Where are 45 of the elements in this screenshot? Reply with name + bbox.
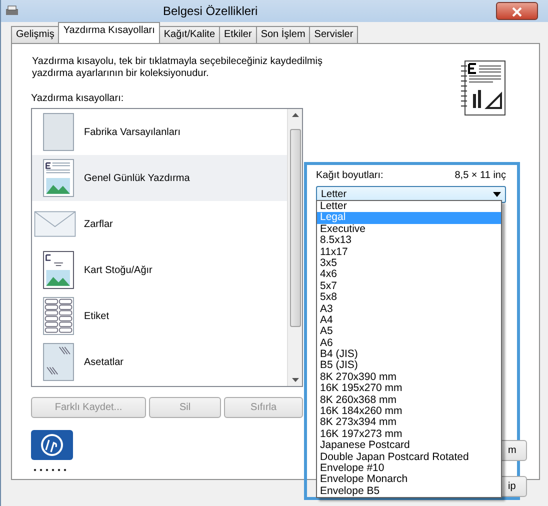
- shortcut-item[interactable]: Zarflar: [32, 201, 287, 247]
- printer-icon: [5, 5, 19, 17]
- shortcut-item[interactable]: Genel Günlük Yazdırma: [32, 155, 287, 201]
- shortcut-item[interactable]: Fabrika Varsayılanları: [32, 109, 287, 155]
- tab[interactable]: Etkiler: [219, 26, 257, 43]
- dropdown-option[interactable]: B4 (JIS): [317, 349, 501, 360]
- tab[interactable]: Kağıt/Kalite: [158, 26, 220, 43]
- dropdown-option[interactable]: 8.5x13: [317, 235, 501, 247]
- window-title: Belgesi Özellikleri: [163, 3, 258, 20]
- dropdown-option[interactable]: A3: [317, 304, 501, 315]
- close-icon: [512, 6, 522, 17]
- shortcut-item[interactable]: Kart Stoğu/Ağır: [32, 247, 287, 293]
- dropdown-option[interactable]: Envelope #10: [317, 462, 501, 474]
- dropdown-option[interactable]: 11x17: [317, 246, 501, 258]
- tab[interactable]: Yazdırma Kısayolları: [58, 22, 160, 43]
- scroll-down-icon[interactable]: [292, 378, 298, 382]
- dropdown-option[interactable]: 5x7: [317, 280, 501, 292]
- close-button[interactable]: [496, 2, 538, 20]
- dropdown-option[interactable]: A4: [317, 314, 501, 326]
- dropdown-option[interactable]: 3x5: [317, 258, 501, 270]
- dropdown-option[interactable]: 16K 195x270 mm: [317, 383, 501, 395]
- dropdown-option[interactable]: A5: [317, 326, 501, 338]
- shortcut-item[interactable]: Etiket: [32, 293, 287, 339]
- dropdown-option[interactable]: 16K 197x273 mm: [317, 428, 501, 440]
- dropdown-option[interactable]: A6: [317, 338, 501, 350]
- dropdown-option[interactable]: 16K 184x260 mm: [317, 406, 501, 418]
- caret-icon: [493, 192, 501, 197]
- shortcut-item[interactable]: Asetatlar: [32, 339, 287, 385]
- tab[interactable]: Gelişmiş: [11, 26, 60, 43]
- dropdown-option[interactable]: 8K 273x394 mm: [317, 417, 501, 429]
- dropdown-option[interactable]: 5x8: [317, 292, 501, 304]
- dropdown-option[interactable]: Executive: [317, 224, 501, 236]
- dropdown-option[interactable]: 4x6: [317, 269, 501, 281]
- paper-size-label: Kağıt boyutları:: [316, 169, 384, 183]
- scrollbar[interactable]: [287, 109, 302, 386]
- shortcuts-label: Yazdırma kısayolları:: [31, 92, 125, 106]
- scroll-up-icon[interactable]: [292, 113, 298, 117]
- tab[interactable]: Servisler: [309, 26, 358, 43]
- dropdown-option[interactable]: Letter: [317, 201, 501, 212]
- tab[interactable]: Son İşlem: [256, 26, 310, 43]
- dropdown-option[interactable]: 8K 270x390 mm: [317, 372, 501, 384]
- dropdown-option[interactable]: 8K 260x368 mm: [317, 394, 501, 406]
- dropdown-option[interactable]: B5 (JIS): [317, 360, 501, 372]
- paper-dimensions: 8,5 × 11 inç: [454, 169, 506, 183]
- description-text: Yazdırma kısayolu, tek bir tıklatmayla seçebileceğiniz kaydedilmiş yazdırma ayarlarının bir koleksiyonudur.: [32, 56, 324, 80]
